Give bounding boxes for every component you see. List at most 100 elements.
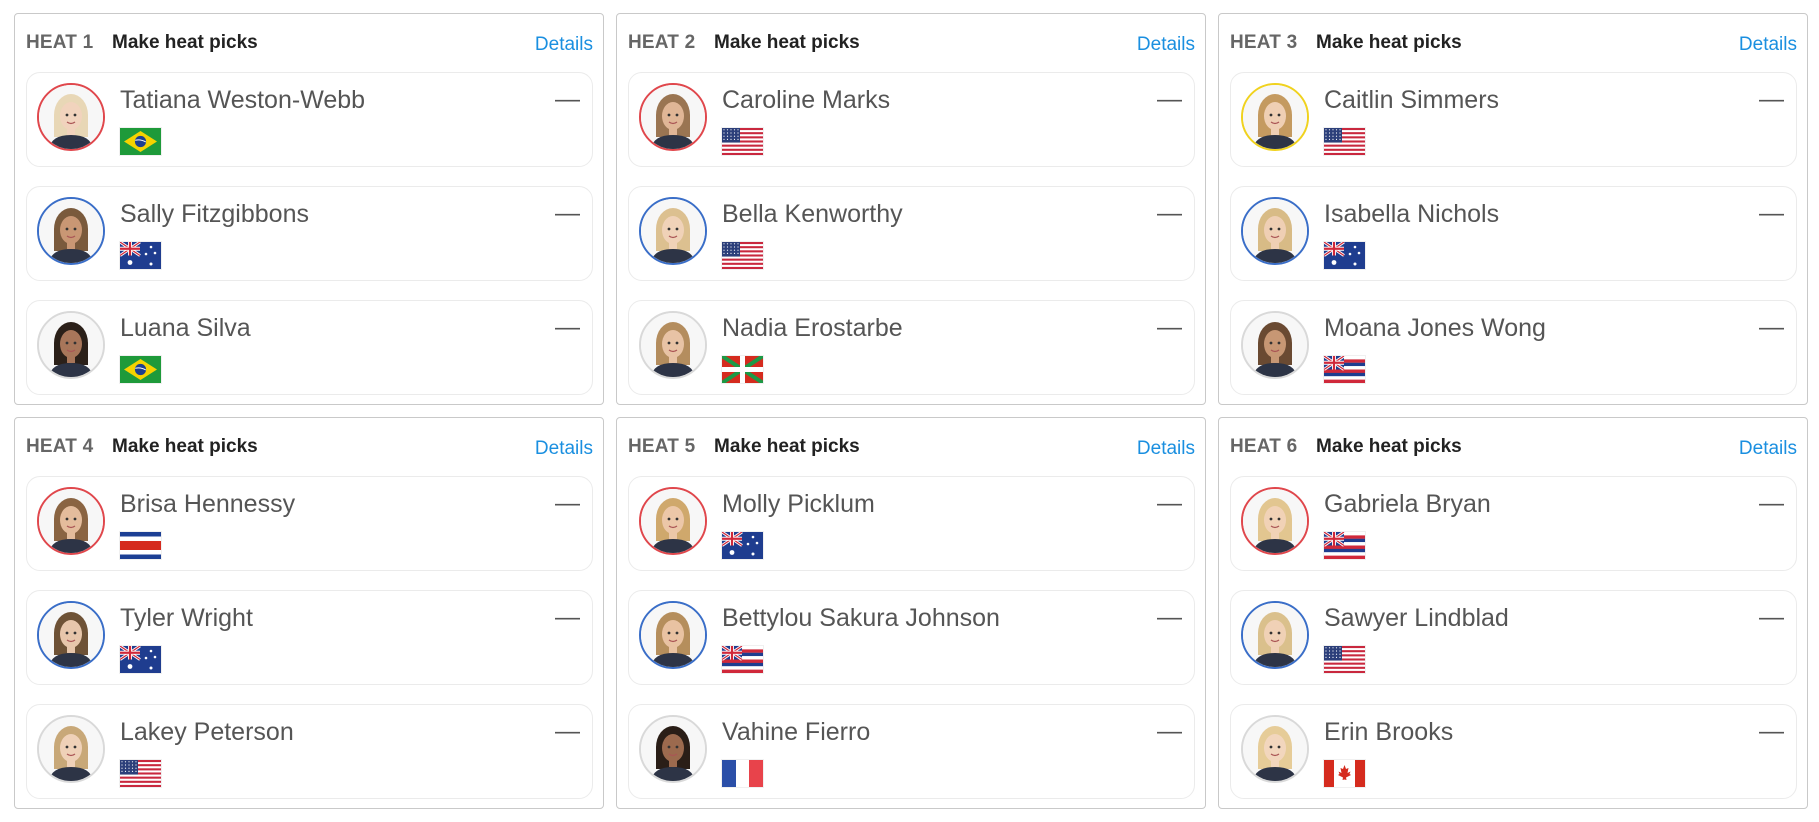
usa-flag xyxy=(1324,646,1365,673)
surfer-score: — xyxy=(1157,603,1182,631)
surfer-name: Moana Jones Wong xyxy=(1324,314,1546,342)
surfer-card[interactable]: Brisa Hennessy — xyxy=(26,476,593,571)
surfer-card[interactable]: Isabella Nichols — xyxy=(1230,186,1797,281)
surfer-card[interactable]: Tatiana Weston-Webb — xyxy=(26,72,593,167)
details-link[interactable]: Details xyxy=(535,438,593,460)
heat-number: HEAT 4 xyxy=(26,436,94,457)
surfer-name: Lakey Peterson xyxy=(120,718,294,746)
surfer-card[interactable]: Nadia Erostarbe — xyxy=(628,300,1195,395)
surfer-avatar xyxy=(37,83,105,151)
usa-flag xyxy=(1324,128,1365,155)
heat-title[interactable]: Make heat picks xyxy=(112,32,258,54)
surfer-avatar xyxy=(1241,83,1309,151)
surfer-avatar xyxy=(37,487,105,555)
surfer-card[interactable]: Bettylou Sakura Johnson — xyxy=(628,590,1195,685)
surfer-avatar xyxy=(1241,715,1309,783)
heat-title[interactable]: Make heat picks xyxy=(714,32,860,54)
surfer-avatar xyxy=(639,601,707,669)
heat-header: HEAT 4 Make heat picks Details xyxy=(15,418,603,476)
surfer-name: Tyler Wright xyxy=(120,604,253,632)
heat-card-5: HEAT 5 Make heat picks Details Molly Pic… xyxy=(616,417,1206,809)
heat-header: HEAT 3 Make heat picks Details xyxy=(1219,14,1807,72)
surfer-card[interactable]: Sawyer Lindblad — xyxy=(1230,590,1797,685)
hawaii-flag xyxy=(1324,356,1365,383)
heat-header: HEAT 1 Make heat picks Details xyxy=(15,14,603,72)
surfer-score: — xyxy=(1157,85,1182,113)
basque-flag xyxy=(722,356,763,383)
surfer-name: Gabriela Bryan xyxy=(1324,490,1491,518)
surfer-avatar xyxy=(639,311,707,379)
heat-number: HEAT 6 xyxy=(1230,436,1298,457)
surfer-list: Gabriela Bryan — Sawyer Lindblad — Erin … xyxy=(1219,476,1807,799)
costa-rica-flag xyxy=(120,532,161,559)
surfer-avatar xyxy=(1241,601,1309,669)
surfer-score: — xyxy=(1157,313,1182,341)
surfer-card[interactable]: Caroline Marks — xyxy=(628,72,1195,167)
surfer-avatar xyxy=(37,715,105,783)
surfer-card[interactable]: Lakey Peterson — xyxy=(26,704,593,799)
surfer-card[interactable]: Moana Jones Wong — xyxy=(1230,300,1797,395)
usa-flag xyxy=(722,242,763,269)
surfer-name: Tatiana Weston-Webb xyxy=(120,86,366,114)
hawaii-flag xyxy=(1324,532,1365,559)
heat-card-2: HEAT 2 Make heat picks Details Caroline … xyxy=(616,13,1206,405)
details-link[interactable]: Details xyxy=(1137,34,1195,56)
australia-flag xyxy=(722,532,763,559)
australia-flag xyxy=(120,646,161,673)
heat-card-3: HEAT 3 Make heat picks Details Caitlin S… xyxy=(1218,13,1808,405)
surfer-score: — xyxy=(1157,717,1182,745)
surfer-list: Caroline Marks — Bella Kenworthy — Nadia… xyxy=(617,72,1205,395)
surfer-avatar xyxy=(1241,487,1309,555)
surfer-avatar xyxy=(37,197,105,265)
surfer-score: — xyxy=(1759,85,1784,113)
surfer-card[interactable]: Luana Silva — xyxy=(26,300,593,395)
heat-card-4: HEAT 4 Make heat picks Details Brisa Hen… xyxy=(14,417,604,809)
surfer-card[interactable]: Erin Brooks — xyxy=(1230,704,1797,799)
details-link[interactable]: Details xyxy=(535,34,593,56)
surfer-card[interactable]: Tyler Wright — xyxy=(26,590,593,685)
surfer-name: Molly Picklum xyxy=(722,490,875,518)
surfer-name: Caroline Marks xyxy=(722,86,891,114)
surfer-name: Isabella Nichols xyxy=(1324,200,1500,228)
usa-flag xyxy=(120,760,161,787)
surfer-card[interactable]: Gabriela Bryan — xyxy=(1230,476,1797,571)
details-link[interactable]: Details xyxy=(1137,438,1195,460)
surfer-name: Vahine Fierro xyxy=(722,718,871,746)
surfer-score: — xyxy=(555,199,580,227)
surfer-card[interactable]: Sally Fitzgibbons — xyxy=(26,186,593,281)
surfer-score: — xyxy=(555,85,580,113)
surfer-score: — xyxy=(1157,489,1182,517)
heat-title[interactable]: Make heat picks xyxy=(714,436,860,458)
surfer-score: — xyxy=(555,313,580,341)
surfer-name: Bella Kenworthy xyxy=(722,200,903,228)
surfer-name: Nadia Erostarbe xyxy=(722,314,903,342)
hawaii-flag xyxy=(722,646,763,673)
surfer-card[interactable]: Caitlin Simmers — xyxy=(1230,72,1797,167)
heat-title[interactable]: Make heat picks xyxy=(112,436,258,458)
surfer-card[interactable]: Molly Picklum — xyxy=(628,476,1195,571)
surfer-name: Brisa Hennessy xyxy=(120,490,296,518)
surfer-score: — xyxy=(1759,489,1784,517)
heat-card-1: HEAT 1 Make heat picks Details Tatiana W… xyxy=(14,13,604,405)
canada-flag xyxy=(1324,760,1365,787)
surfer-list: Molly Picklum — Bettylou Sakura Johnson … xyxy=(617,476,1205,799)
heat-card-6: HEAT 6 Make heat picks Details Gabriela … xyxy=(1218,417,1808,809)
surfer-avatar xyxy=(1241,197,1309,265)
details-link[interactable]: Details xyxy=(1739,438,1797,460)
surfer-score: — xyxy=(555,717,580,745)
surfer-avatar xyxy=(639,487,707,555)
surfer-card[interactable]: Vahine Fierro — xyxy=(628,704,1195,799)
surfer-list: Tatiana Weston-Webb — Sally Fitzgibbons … xyxy=(15,72,603,395)
heat-number: HEAT 5 xyxy=(628,436,696,457)
surfer-score: — xyxy=(555,603,580,631)
heat-number: HEAT 1 xyxy=(26,32,94,53)
details-link[interactable]: Details xyxy=(1739,34,1797,56)
australia-flag xyxy=(120,242,161,269)
surfer-card[interactable]: Bella Kenworthy — xyxy=(628,186,1195,281)
surfer-avatar xyxy=(1241,311,1309,379)
australia-flag xyxy=(1324,242,1365,269)
surfer-avatar xyxy=(37,311,105,379)
heat-header: HEAT 6 Make heat picks Details xyxy=(1219,418,1807,476)
heat-title[interactable]: Make heat picks xyxy=(1316,436,1462,458)
heat-title[interactable]: Make heat picks xyxy=(1316,32,1462,54)
